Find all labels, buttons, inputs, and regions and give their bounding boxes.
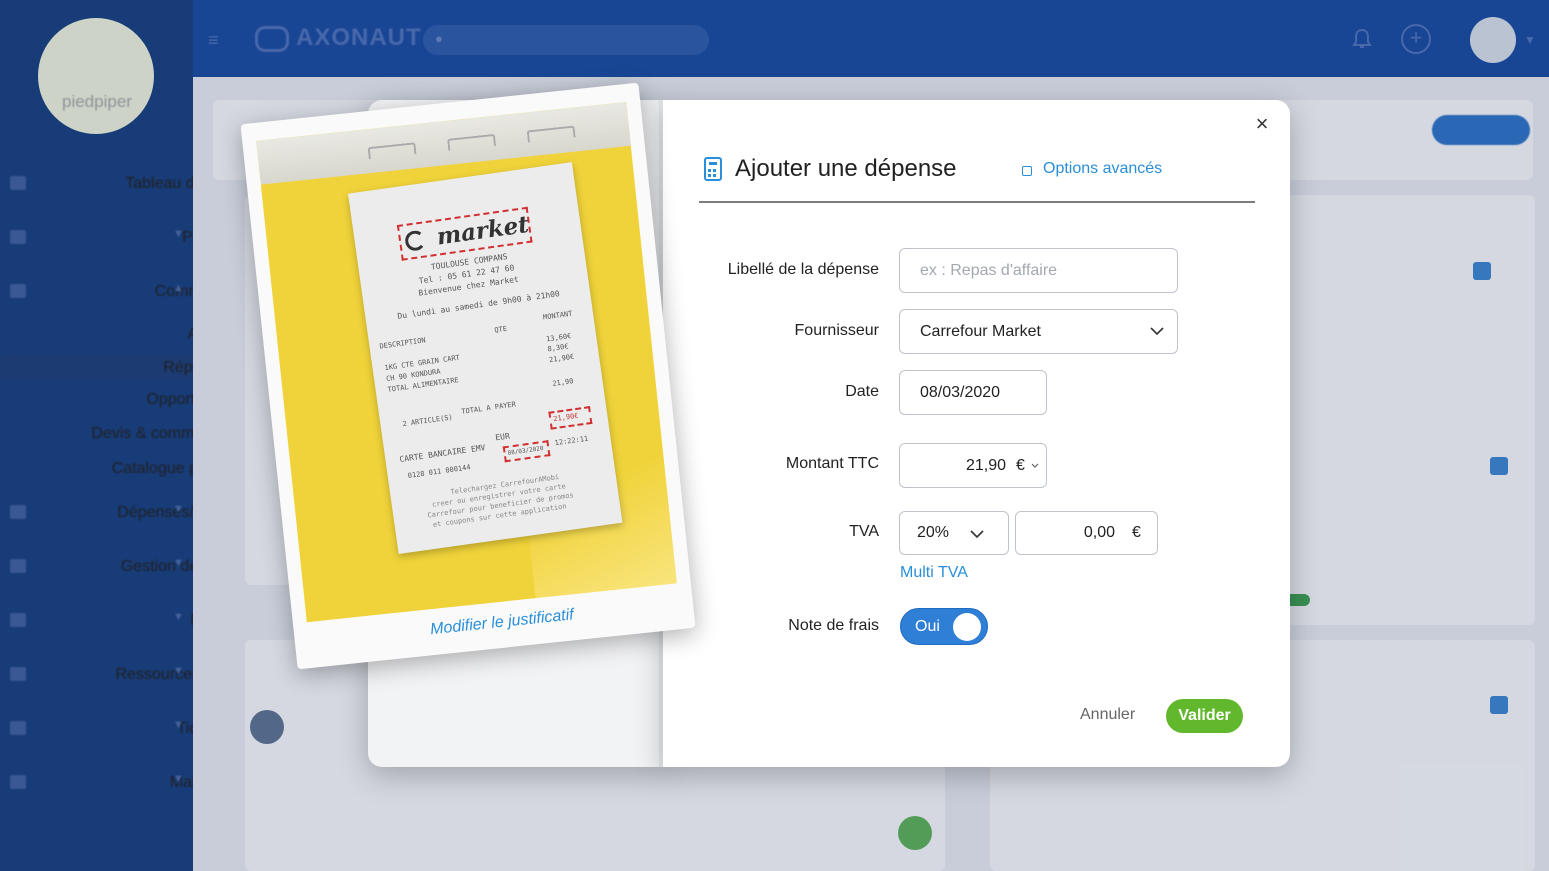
receipt-image: market TOULOUSE COMPANS Tel : 05 61 22 4… — [256, 101, 677, 623]
receipt-line: 0128 011 000144 — [407, 463, 472, 480]
tva-amount-currency: € — [1132, 524, 1141, 541]
note-de-frais-label: Note de frais — [788, 617, 879, 634]
montant-field[interactable]: 21,90 € — [899, 443, 1047, 488]
receipt-col: DESCRIPTION — [379, 336, 427, 351]
multi-tva-link[interactable]: Multi TVA — [900, 564, 968, 582]
fournisseur-label: Fournisseur — [794, 322, 879, 339]
montant-currency[interactable]: € — [1016, 457, 1025, 475]
date-field[interactable]: 08/03/2020 — [899, 370, 1047, 415]
chevron-down-icon — [1150, 327, 1164, 336]
tva-rate-value: 20% — [917, 524, 950, 541]
libelle-input[interactable] — [900, 249, 1177, 292]
tva-rate-select[interactable]: 20% — [899, 511, 1009, 555]
note-de-frais-toggle[interactable]: Oui — [900, 608, 988, 645]
submit-button[interactable]: Valider — [1166, 699, 1243, 733]
tva-amount-field[interactable]: 0,00 € — [1015, 511, 1158, 555]
toggle-knob — [953, 613, 981, 641]
libelle-label: Libellé de la dépense — [727, 261, 879, 278]
calculator-icon — [704, 157, 722, 181]
currency-chevron-icon[interactable] — [1031, 463, 1039, 469]
receipt-line: 12:22:11 — [554, 434, 589, 448]
receipt-col: MONTANT — [542, 309, 573, 322]
libelle-field[interactable] — [899, 248, 1178, 293]
tva-label: TVA — [849, 523, 879, 540]
date-value: 08/03/2020 — [920, 383, 1001, 401]
store-logo: market — [396, 206, 533, 261]
tva-amount-value: 0,00 — [1083, 524, 1115, 541]
modify-receipt-link[interactable]: Modifier le justificatif — [429, 606, 574, 639]
receipt-line: CARTE BANCAIRE EMV — [398, 442, 486, 464]
advanced-options-link[interactable]: Options avancés — [1043, 160, 1162, 178]
modal-title: Ajouter une dépense — [735, 155, 957, 182]
close-icon[interactable]: × — [1252, 113, 1272, 135]
receipt-line: TOTAL A PAYER — [460, 400, 517, 416]
receipt-col: QTE — [493, 324, 508, 335]
receipt-line: 21,90€ — [548, 352, 575, 365]
chevron-down-icon — [970, 530, 984, 539]
toggle-label: Oui — [915, 618, 940, 635]
receipt-photo: market TOULOUSE COMPANS Tel : 05 61 22 4… — [240, 82, 696, 670]
receipt-line: EUR — [494, 431, 511, 443]
header-divider — [699, 201, 1255, 203]
receipt-line: 8,30€ — [547, 342, 570, 354]
cancel-button[interactable]: Annuler — [1080, 706, 1135, 724]
fournisseur-select[interactable]: Carrefour Market — [899, 309, 1178, 354]
advanced-options-checkbox[interactable] — [1022, 166, 1032, 176]
montant-value: 21,90 — [965, 456, 1006, 474]
date-label: Date — [845, 383, 879, 400]
fournisseur-value: Carrefour Market — [920, 322, 1041, 340]
montant-label: Montant TTC — [785, 455, 879, 472]
receipt-line: 21,90 — [551, 377, 574, 388]
receipt-paper: market TOULOUSE COMPANS Tel : 05 61 22 4… — [347, 162, 623, 555]
receipt-line: 2 ARTICLE(S) — [402, 413, 454, 429]
